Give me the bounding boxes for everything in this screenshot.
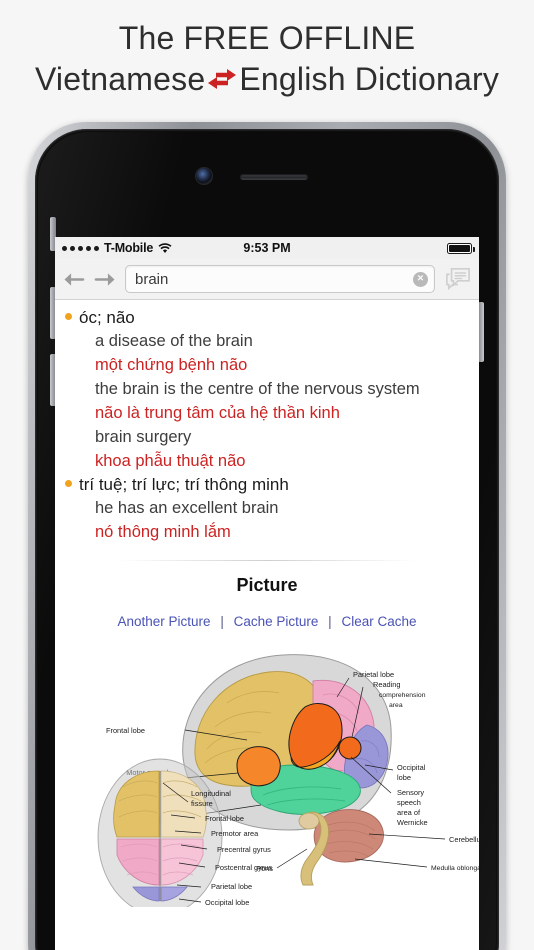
definition-content[interactable]: óc; não a disease of the brain một chứng… (55, 300, 479, 950)
label-medulla-oblongata: Medulla oblongata (431, 865, 479, 872)
example-vietnamese: nó thông minh lắm (95, 523, 231, 541)
sense-headword: óc; não (79, 308, 135, 327)
battery-full-icon (447, 242, 475, 254)
example-english: the brain is the centre of the nervous s… (95, 380, 420, 398)
sense-block: óc; não a disease of the brain một chứng… (55, 306, 479, 473)
picture-section-title: Picture (236, 575, 298, 595)
example-english: a disease of the brain (95, 332, 253, 350)
label-fissure: fissure (191, 799, 213, 808)
status-bar-left: T-Mobile (62, 241, 172, 255)
signal-strength-icon (62, 245, 99, 251)
label-occipital-lobe-lat: Occipital (397, 763, 426, 772)
phone-screen: T-Mobile 9:53 PM brain × óc; não a disea… (55, 237, 479, 950)
clear-glyph: × (417, 272, 424, 284)
example-vietnamese: khoa phẫu thuật não (95, 452, 246, 470)
banner-language-source: Vietnamese (34, 61, 206, 97)
clear-search-icon[interactable]: × (413, 271, 428, 287)
banner-line-1: The FREE OFFLINE (118, 20, 416, 56)
cache-picture-link[interactable]: Cache Picture (234, 614, 319, 629)
back-button[interactable] (61, 267, 85, 291)
example-vietnamese: một chứng bệnh não (95, 356, 248, 374)
another-picture-link[interactable]: Another Picture (118, 614, 211, 629)
swap-arrows-icon (207, 65, 237, 93)
link-separator: | (220, 614, 224, 629)
search-field-wrapper[interactable]: × (125, 265, 435, 293)
browser-toolbar: × (55, 259, 479, 300)
example-english: brain surgery (95, 428, 192, 446)
sense-bullet-icon (65, 480, 72, 487)
app-screenshot: The FREE OFFLINE Vietnamese English Dict… (0, 0, 534, 950)
status-bar: T-Mobile 9:53 PM (55, 237, 479, 259)
label-longitudinal: Longitudinal (191, 789, 231, 798)
label-occipital-lobe-sup: Occipital lobe (205, 898, 249, 907)
banner-line-2: Vietnamese English Dictionary (35, 58, 499, 100)
phone-device: T-Mobile 9:53 PM brain × óc; não a disea… (28, 122, 506, 950)
sense-block: trí tuệ; trí lực; trí thông minh he has … (55, 473, 479, 544)
earpiece-speaker-icon (240, 174, 308, 180)
link-separator: | (328, 614, 332, 629)
sense-bullet-icon (65, 313, 72, 320)
example-vietnamese: não là trung tâm của hệ thần kinh (95, 404, 340, 422)
sense-headword: trí tuệ; trí lực; trí thông minh (79, 475, 289, 494)
sense-headword-row: trí tuệ; trí lực; trí thông minh (63, 473, 473, 496)
label-parietal-lobe: Parietal lobe (353, 670, 394, 679)
wifi-icon (158, 242, 172, 254)
arrow-left-icon (63, 272, 84, 286)
clear-cache-link[interactable]: Clear Cache (341, 614, 416, 629)
label-area-of: area of (397, 808, 421, 817)
label-parietal-lobe-sup: Parietal lobe (211, 882, 252, 891)
label-area: area (389, 702, 403, 709)
label-precentral-gyrus: Precentral gyrus (217, 845, 271, 854)
status-bar-right (447, 242, 475, 254)
picture-action-links: Another Picture | Cache Picture | Clear … (55, 614, 479, 629)
banner-language-target: English Dictionary (239, 61, 500, 97)
search-input[interactable] (135, 270, 413, 288)
label-premotor-area: Premotor area (211, 829, 259, 838)
carrier-label: T-Mobile (104, 241, 154, 255)
label-frontal-lobe: Frontal lobe (106, 726, 145, 735)
label-postcentral-gyrus: Postcentral gyrus (215, 863, 272, 872)
sense-headword-row: óc; não (63, 306, 473, 329)
arrow-right-icon (94, 272, 115, 286)
speech-bubble-icon[interactable] (443, 265, 473, 293)
label-comprehension: comprehension (379, 692, 426, 699)
label-cerebellum: Cerebellum (449, 835, 479, 844)
front-camera-icon (196, 168, 212, 184)
example-english: he has an excellent brain (95, 499, 279, 517)
label-occipital-lobe-lat2: lobe (397, 773, 411, 782)
label-speech: speech (397, 798, 421, 807)
brain-anatomy-diagram: Frontal lobe Motor speech area of Broca … (55, 637, 479, 907)
promo-banner: The FREE OFFLINE Vietnamese English Dict… (0, 0, 534, 118)
label-sensory: Sensory (397, 788, 424, 797)
label-reading: Reading (373, 680, 401, 689)
section-divider (117, 560, 417, 561)
forward-button[interactable] (93, 267, 117, 291)
label-frontal-lobe-sup: Frontal lobe (205, 814, 244, 823)
label-wernicke: Wernicke (397, 818, 428, 827)
